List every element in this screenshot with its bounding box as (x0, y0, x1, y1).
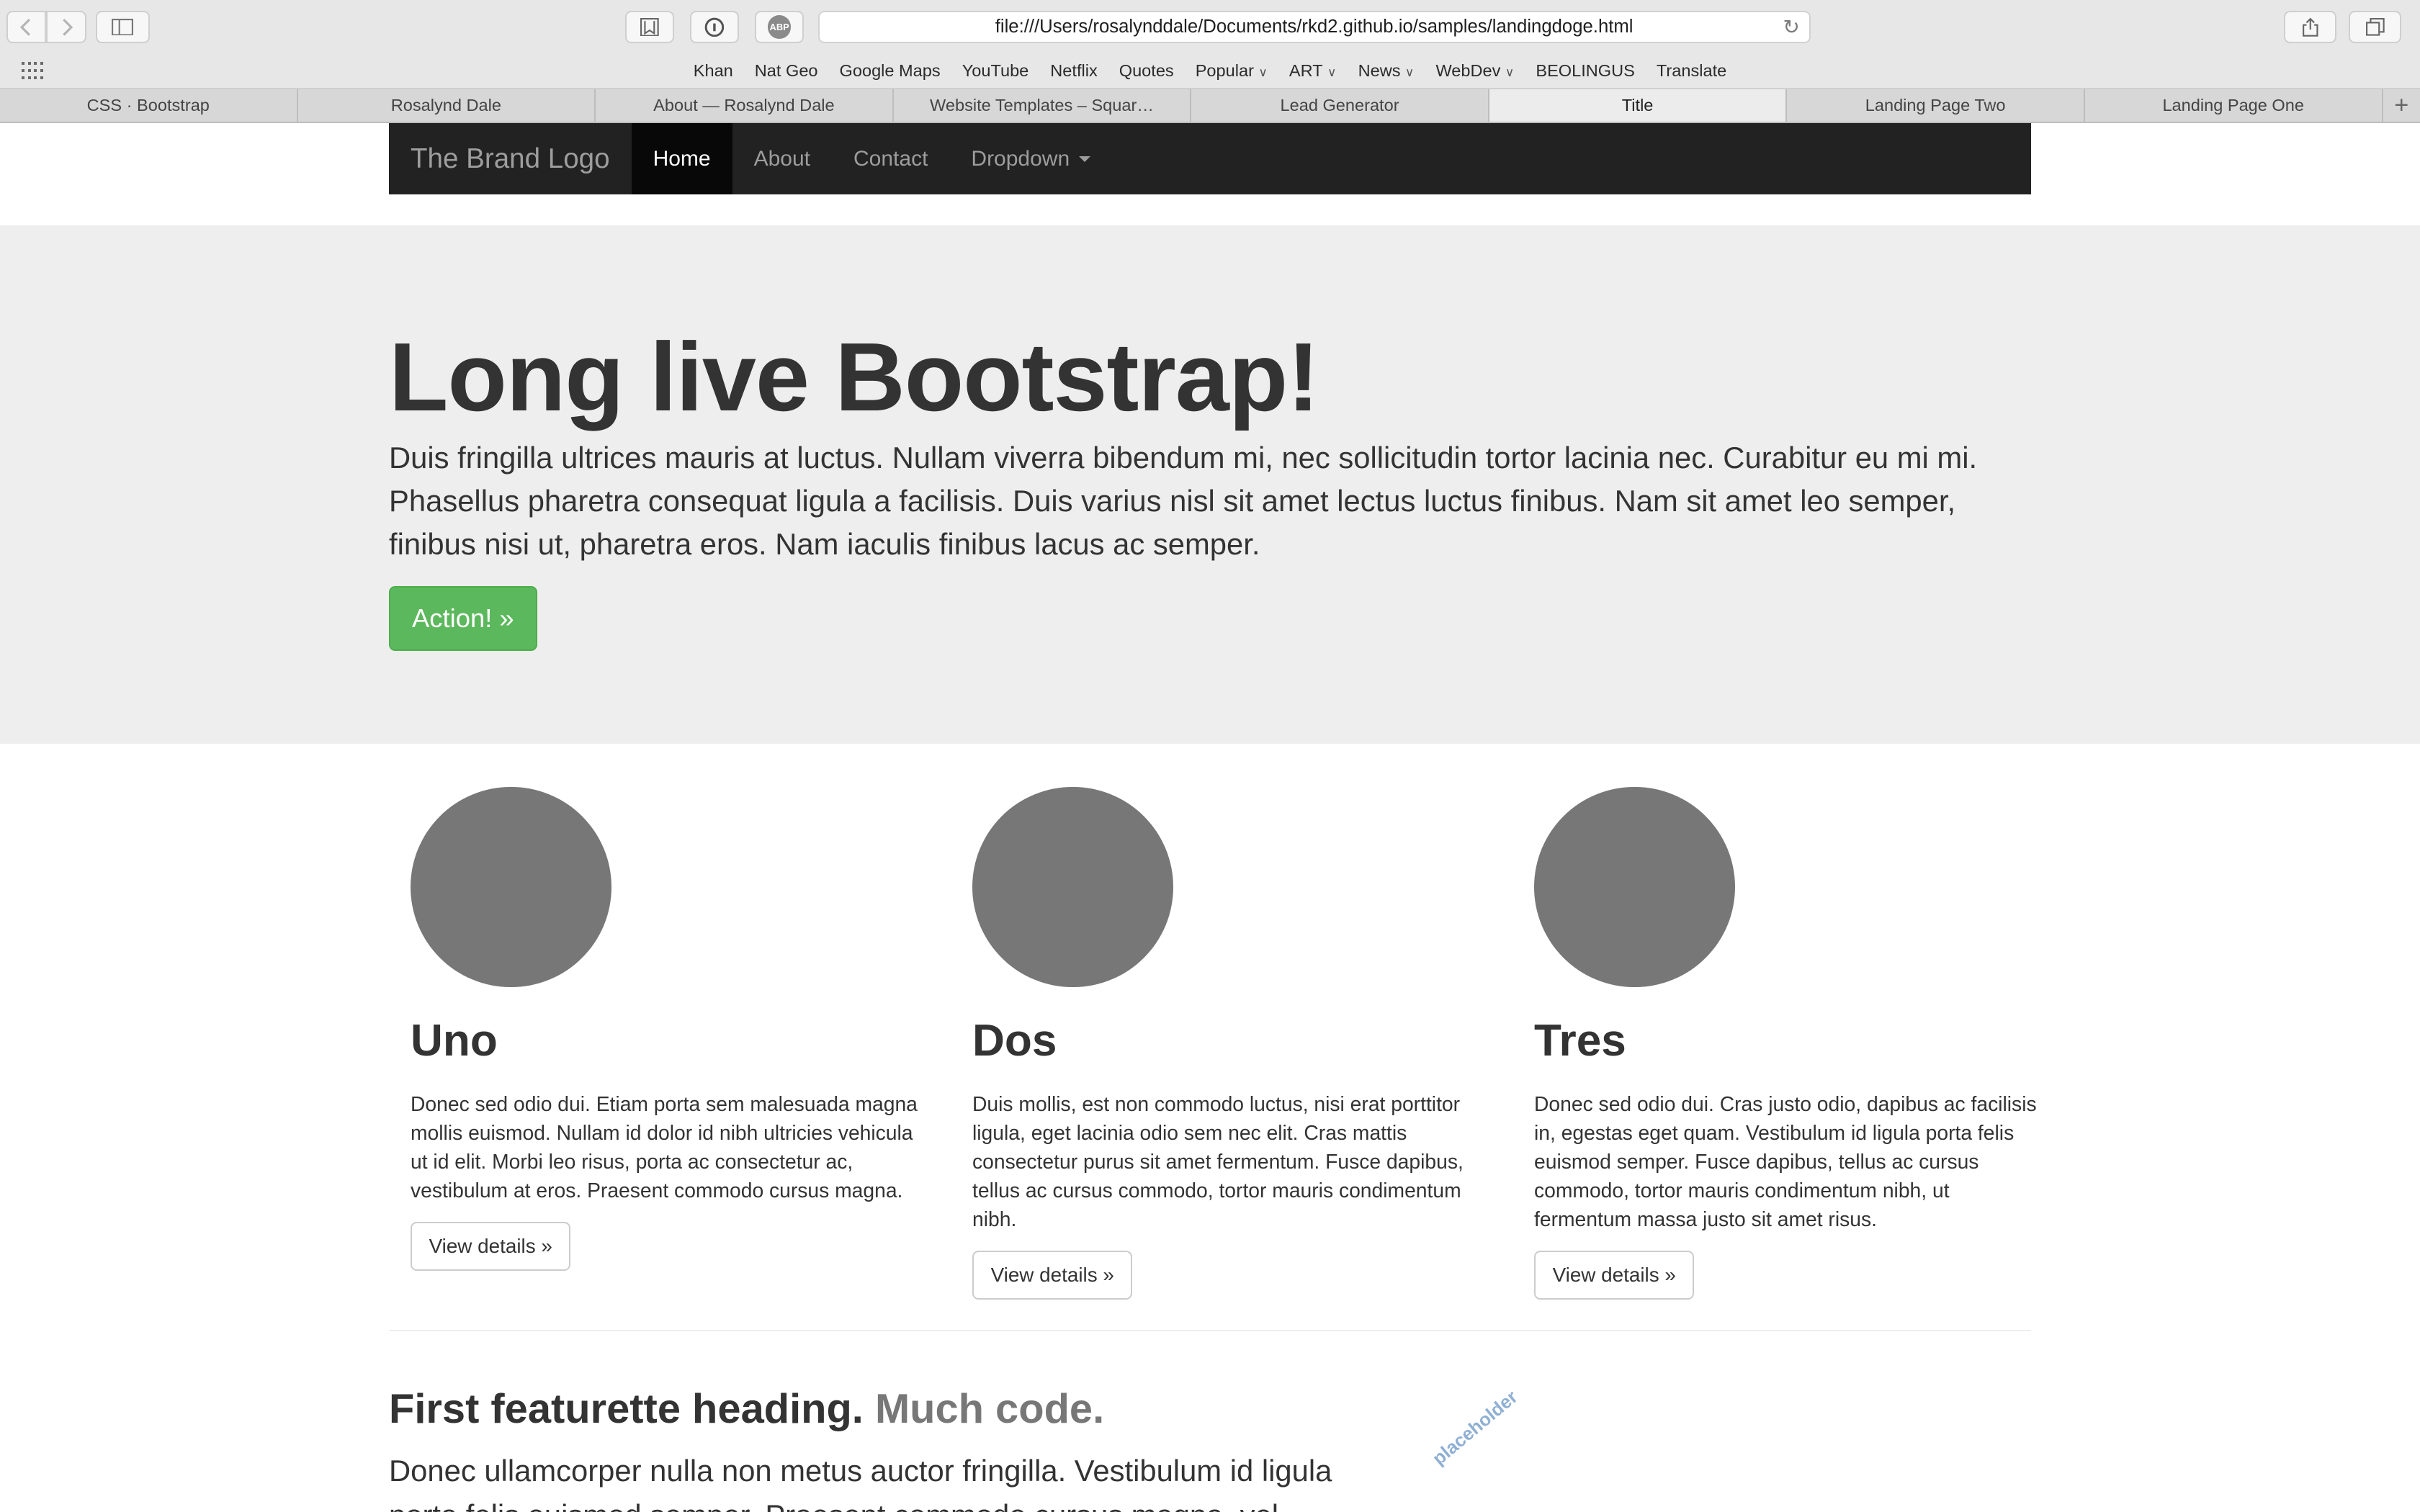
forward-button[interactable] (46, 11, 86, 43)
browser-tab[interactable]: Website Templates – Squar… (894, 89, 1192, 122)
navbar: The Brand Logo Home About Contact Dropdo… (389, 123, 2031, 194)
favorite-label: News (1358, 61, 1401, 81)
favorite-item[interactable]: ART ∨ (1278, 61, 1348, 81)
column-heading: Dos (972, 1015, 1057, 1066)
share-icon (2303, 17, 2318, 37)
view-details-button[interactable]: View details » (1534, 1250, 1695, 1300)
reload-icon[interactable]: ↻ (1783, 15, 1799, 39)
favorite-label: ART (1289, 61, 1323, 81)
favorite-label: Netflix (1050, 61, 1098, 81)
favorite-label: WebDev (1435, 61, 1501, 81)
browser-tab[interactable]: CSS · Bootstrap (0, 89, 298, 122)
caret-down-icon (1079, 156, 1090, 162)
featurette-heading-main: First featurette heading. (389, 1386, 864, 1433)
column-tres: Tres Donec sed odio dui. Cras justo odio… (1534, 786, 2050, 1300)
browser-tab[interactable]: Rosalynd Dale (298, 89, 596, 122)
nav-dropdown-label: Dropdown (971, 146, 1070, 171)
favorite-label: Quotes (1119, 61, 1174, 81)
column-heading: Uno (411, 1015, 498, 1066)
chevron-right-icon (62, 18, 73, 36)
favorite-item[interactable]: Netflix (1039, 61, 1108, 81)
favorites-list: Khan Nat Geo Google Maps YouTube Netflix Quot… (0, 54, 2420, 88)
browser-tab[interactable]: Landing Page One (2085, 89, 2383, 122)
column-text: Donec sed odio dui. Cras justo odio, dap… (1534, 1092, 2037, 1231)
address-url: file:///Users/rosalynddale/Documents/rkd… (995, 17, 1634, 37)
favorite-item[interactable]: Translate (1646, 61, 1737, 81)
info-circle-icon (704, 17, 725, 37)
address-bar[interactable]: file:///Users/rosalynddale/Documents/rkd… (817, 11, 1811, 43)
favorites-bar: Khan Nat Geo Google Maps YouTube Netflix Quot… (0, 54, 2420, 90)
featurette-text: Donec ullamcorper nulla non metus auctor… (389, 1454, 1332, 1512)
nav-dropdown[interactable]: Dropdown (949, 123, 1112, 194)
brand-logo[interactable]: The Brand Logo (389, 123, 632, 194)
favorite-label: Khan (693, 61, 733, 81)
featurette-heading-muted: Much code. (874, 1386, 1105, 1433)
password-extension-button[interactable] (689, 11, 740, 43)
nav-item-contact[interactable]: Contact (832, 123, 949, 194)
favorite-label: Translate (1656, 61, 1727, 81)
favorite-item[interactable]: Google Maps (829, 61, 951, 81)
favorite-item[interactable]: YouTube (951, 61, 1040, 81)
nav-item-home[interactable]: Home (631, 123, 732, 194)
new-tab-plus-icon[interactable]: + (2383, 89, 2420, 122)
favorite-item[interactable]: BEOLINGUS (1525, 61, 1646, 81)
back-button[interactable] (6, 11, 47, 43)
image-placeholder-circle (1534, 786, 1735, 988)
tabs-icon (2365, 17, 2385, 36)
browser-tab[interactable]: Title (1489, 89, 1788, 122)
featurette-heading: First featurette heading. Much code. (389, 1385, 1104, 1433)
favorite-item[interactable]: Nat Geo (744, 61, 829, 81)
favorite-label: Google Maps (839, 61, 941, 81)
favorite-label: Nat Geo (754, 61, 818, 81)
web-page: Long live Bootstrap! Duis fringilla ultr… (0, 123, 2420, 1512)
view-details-button[interactable]: View details » (411, 1221, 571, 1272)
favorite-item[interactable]: WebDev ∨ (1425, 61, 1525, 81)
view-details-button[interactable]: View details » (972, 1250, 1133, 1300)
favorite-label: YouTube (962, 61, 1029, 81)
browser-toolbar: ABP file:///Users/rosalynddale/Documents… (0, 0, 2420, 55)
tab-bar: CSS · Bootstrap Rosalynd Dale About — Rosa… (0, 89, 2420, 124)
browser-tab[interactable]: Lead Generator (1191, 89, 1489, 122)
tabs-overview-button[interactable] (2349, 11, 2402, 43)
action-button[interactable]: Action! » (389, 586, 537, 652)
browser-tab[interactable]: Landing Page Two (1787, 89, 2085, 122)
favorite-item[interactable]: Khan (683, 61, 744, 81)
column-text: Donec sed odio dui. Etiam porta sem male… (411, 1092, 918, 1202)
share-button[interactable] (2284, 11, 2337, 43)
chevron-down-icon: ∨ (1258, 65, 1268, 80)
chevron-down-icon: ∨ (1505, 65, 1515, 80)
favorite-item[interactable]: Quotes (1108, 61, 1185, 81)
favorite-label: Popular (1195, 61, 1254, 81)
favorite-label: BEOLINGUS (1536, 61, 1635, 81)
bookmark-extension-button[interactable] (624, 11, 675, 43)
column-heading: Tres (1534, 1015, 1626, 1066)
chevron-left-icon (19, 18, 30, 36)
adblock-icon: ABP (768, 15, 792, 39)
browser-tab[interactable]: About — Rosalynd Dale (596, 89, 894, 122)
favorite-item[interactable]: Popular ∨ (1185, 61, 1278, 81)
bookmark-icon (640, 17, 659, 37)
adblock-button[interactable]: ABP (754, 11, 805, 43)
chevron-down-icon: ∨ (1404, 65, 1415, 80)
jumbotron-title: Long live Bootstrap! (389, 322, 1319, 431)
favorite-item[interactable]: News ∨ (1348, 61, 1425, 81)
featurette-divider (389, 1330, 2031, 1331)
sidebar-icon (112, 18, 134, 36)
column-text: Duis mollis, est non commodo luctus, nis… (972, 1092, 1464, 1231)
nav-item-about[interactable]: About (732, 123, 832, 194)
sidebar-button[interactable] (95, 11, 150, 43)
image-placeholder-circle (972, 786, 1173, 988)
jumbotron: Long live Bootstrap! Duis fringilla ultr… (0, 225, 2420, 744)
featurette-image-placeholder: placeholder (1429, 1386, 1522, 1470)
image-placeholder-circle (411, 786, 611, 988)
column-uno: Uno Donec sed odio dui. Etiam porta sem … (411, 786, 926, 1272)
chevron-down-icon: ∨ (1327, 65, 1337, 80)
column-dos: Dos Duis mollis, est non commodo luctus,… (972, 786, 1488, 1300)
jumbotron-text: Duis fringilla ultrices mauris at luctus… (389, 441, 1978, 562)
